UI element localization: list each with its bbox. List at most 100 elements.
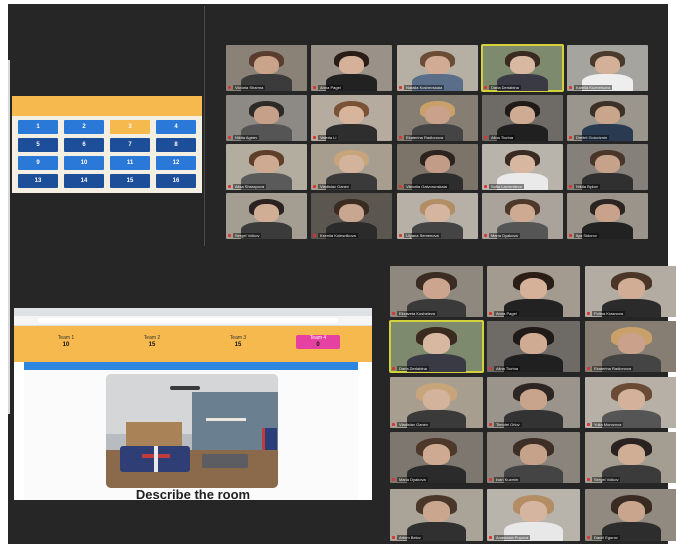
board-key[interactable]: 2 [64, 120, 104, 134]
participant-tile[interactable]: Anna Pagel [311, 45, 392, 91]
participant-tile[interactable]: Elizaveta Kosheleva [390, 266, 483, 317]
board-key[interactable]: 11 [110, 156, 150, 170]
participant-face [254, 106, 279, 125]
board-key[interactable]: 8 [156, 138, 196, 152]
participant-tile[interactable]: Ulyana Semenova [397, 193, 478, 239]
participant-face [254, 56, 279, 75]
participant-name: Dmitrii Goloviznin [574, 135, 610, 140]
muted-mic-icon [399, 234, 402, 237]
participant-tile[interactable]: Daniil Egorov [585, 489, 676, 541]
question-banner [24, 362, 358, 370]
participant-tile[interactable]: Nikita Bykov [567, 144, 648, 190]
participant-tile[interactable]: Vladislav Ganev [390, 377, 483, 428]
participant-face [519, 501, 548, 523]
participant-tile[interactable]: Maria Dyakova [482, 193, 563, 239]
participant-tile[interactable]: Ekaterina Radionova [397, 95, 478, 141]
participant-tile[interactable]: Ilya Sidorov [567, 193, 648, 239]
participant-tile[interactable]: Kseniia Kolesnikova [311, 193, 392, 239]
board-key[interactable]: 10 [64, 156, 104, 170]
team-name: Team 4 [309, 335, 327, 341]
address-field[interactable] [38, 318, 338, 323]
participant-face [254, 155, 279, 174]
participant-tile[interactable]: Yulia Morozova [585, 377, 676, 428]
participant-face [422, 444, 451, 465]
participant-tile[interactable]: Ekaterina Radionova [585, 321, 676, 372]
board-key[interactable]: 9 [18, 156, 58, 170]
team-points: 10 [62, 342, 70, 348]
participant-tile[interactable]: Viktoriia Gaivoronskaia [397, 144, 478, 190]
participant-tile[interactable]: Polina Krasnova [585, 266, 676, 317]
participant-face [595, 56, 620, 75]
participant-name: Daniil Egorov [592, 535, 620, 540]
participant-tile[interactable]: Daria Deriabina [481, 44, 564, 92]
board-key[interactable]: 16 [156, 174, 196, 188]
ceiling-fan [170, 386, 200, 390]
participant-tile[interactable]: Ivan Kuzmin [487, 432, 580, 483]
union-flag [262, 428, 277, 450]
muted-mic-icon [392, 367, 395, 370]
muted-mic-icon [228, 86, 231, 89]
muted-mic-icon [399, 136, 402, 139]
participant-face [595, 155, 620, 174]
participant-name: Viktoriia Gaivoronskaia [404, 184, 449, 189]
participant-tile[interactable]: Nikita Ageev [226, 95, 307, 141]
participant-name: Ulyana Semenova [404, 233, 441, 238]
team-points: 15 [148, 342, 156, 348]
board-key[interactable]: 6 [64, 138, 104, 152]
participant-tile[interactable]: Natalia Koshevskaia [397, 45, 478, 91]
sofa [202, 454, 248, 468]
board-key[interactable]: 5 [18, 138, 58, 152]
participant-name: Yulia Morozova [592, 422, 624, 427]
participant-face [425, 204, 450, 223]
participant-face [617, 501, 646, 523]
board-key[interactable]: 13 [18, 174, 58, 188]
participant-tile[interactable]: Valeria Li [311, 95, 392, 141]
participant-tile[interactable]: Sergei Volkov [226, 193, 307, 239]
board-key[interactable]: 3 [110, 120, 150, 134]
board-key[interactable]: 4 [156, 120, 196, 134]
muted-mic-icon [489, 312, 492, 315]
participant-tile[interactable]: Kamila Kuznetsova [567, 45, 648, 91]
muted-mic-icon [489, 367, 492, 370]
wall-shelf [206, 418, 246, 421]
participant-face [617, 389, 646, 410]
participant-tile[interactable]: Vladislav Ganev [311, 144, 392, 190]
participant-face [617, 278, 646, 299]
participant-tile[interactable]: Sofia Lavrentieva [482, 144, 563, 190]
participant-face [595, 204, 620, 223]
browser-tabs-bar [14, 308, 372, 316]
muted-mic-icon [489, 478, 492, 481]
participant-tile[interactable]: Timofei Orlov [487, 377, 580, 428]
participant-face [617, 333, 646, 354]
participant-tile[interactable]: Dmitrii Goloviznin [567, 95, 648, 141]
participant-tile[interactable]: Alina Tiurina [487, 321, 580, 372]
team-points: 0 [316, 342, 320, 348]
participant-tile[interactable]: Sergei Volkov [585, 432, 676, 483]
participant-tile[interactable]: Alisa Sharapova [226, 144, 307, 190]
participant-face [339, 56, 364, 75]
muted-mic-icon [392, 478, 395, 481]
participant-face [510, 56, 535, 75]
participant-tile[interactable]: Artem Belov [390, 489, 483, 541]
participant-name: Alina Tiurina [489, 135, 516, 140]
participant-tile[interactable]: Victoria Sharma [226, 45, 307, 91]
participant-tile[interactable]: Maria Dyakova [390, 432, 483, 483]
participant-name: Nikita Bykov [574, 184, 601, 189]
participant-tile[interactable]: Anna Pagel [487, 266, 580, 317]
muted-mic-icon [392, 423, 395, 426]
muted-mic-icon [228, 185, 231, 188]
participant-name: Anastasia Popova [494, 535, 531, 540]
participant-name: Anna Pagel [494, 311, 519, 316]
board-key[interactable]: 14 [64, 174, 104, 188]
board-key[interactable]: 7 [110, 138, 150, 152]
participant-tile[interactable]: Anastasia Popova [487, 489, 580, 541]
board-key[interactable]: 12 [156, 156, 196, 170]
board-key[interactable]: 1 [18, 120, 58, 134]
muted-mic-icon [228, 136, 231, 139]
participant-tile[interactable]: Daria Deriabina [389, 320, 484, 373]
participant-name: Elizaveta Kosheleva [397, 311, 438, 316]
board-key[interactable]: 15 [110, 174, 150, 188]
team-name: Team 1 [57, 335, 75, 341]
participant-tile[interactable]: Alina Tiurina [482, 95, 563, 141]
participant-name: Maria Dyakova [489, 233, 520, 238]
